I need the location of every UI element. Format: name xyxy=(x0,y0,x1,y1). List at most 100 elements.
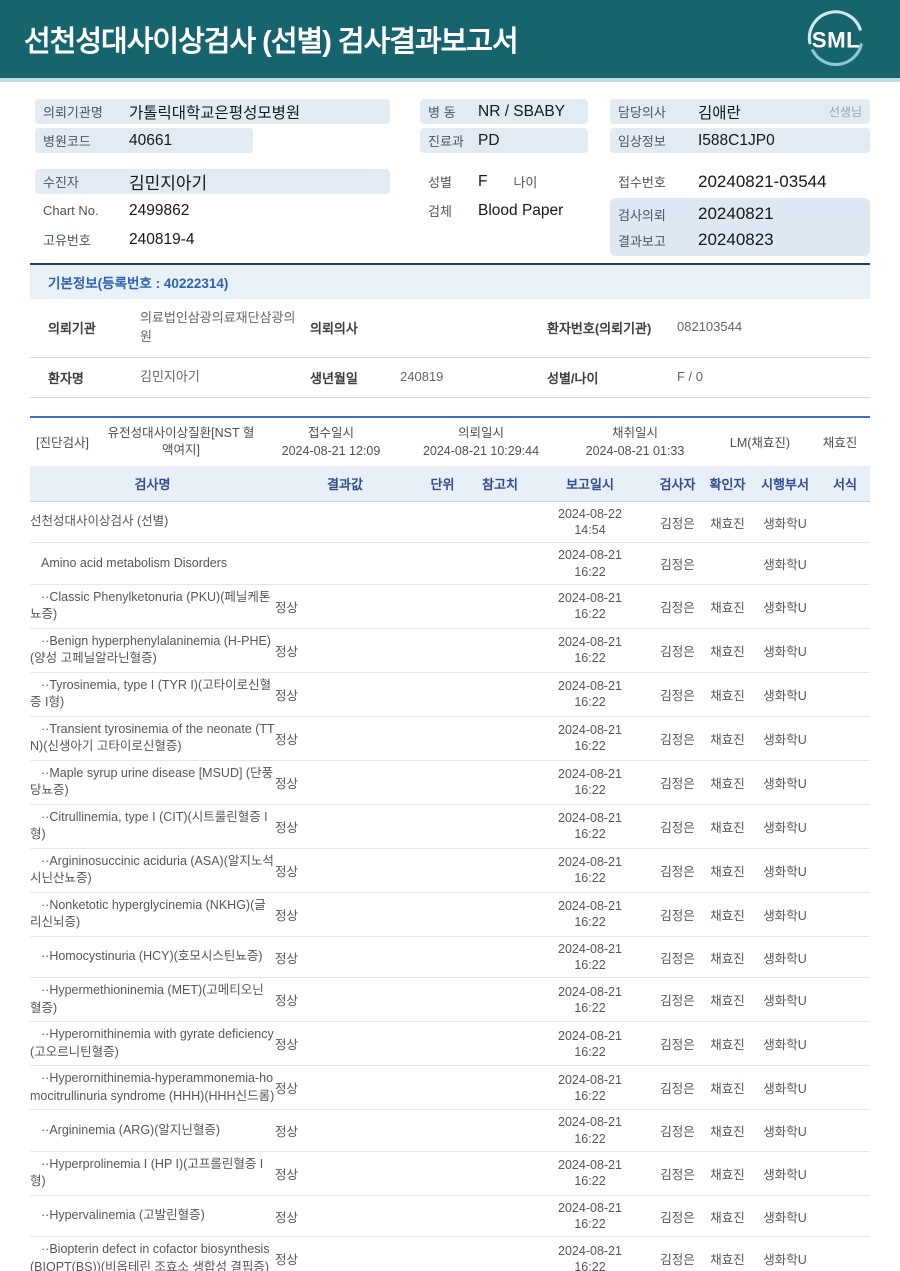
table-row: ··Benign hyperphenylalaninemia (H-PHE)(양… xyxy=(30,629,870,673)
field-row-doctor: 담당의사 김애란 선생님 xyxy=(610,99,870,124)
basic-info-row: 의뢰기관 의료법인삼광의료재단삼광의원 의뢰의사 환자번호(의뢰기관) 0821… xyxy=(30,299,870,358)
field-label: 병 동 xyxy=(428,105,456,120)
basic-label: 의뢰의사 xyxy=(310,321,358,337)
cell-tester: 김정은 xyxy=(660,558,695,573)
basic-info-title: 기본정보(등록번호 : 40222314) xyxy=(30,265,870,299)
basic-info-section: 기본정보(등록번호 : 40222314) 의뢰기관 의료법인삼광의료재단삼광의… xyxy=(30,263,870,398)
logo-text: SML xyxy=(812,28,860,53)
table-row: ··Hypervalinemia (고발린혈증) 정상 2024-08-21 1… xyxy=(30,1196,870,1238)
basic-info-body: 의뢰기관 의료법인삼광의료재단삼광의원 의뢰의사 환자번호(의뢰기관) 0821… xyxy=(30,299,870,398)
field-value: 40661 xyxy=(129,131,173,149)
order-banner: [진단검사] 유전성대사이상질환[NST 혈액여지] 접수일시 2024-08-… xyxy=(30,415,870,462)
cell-test-name: ··Argininosuccinic aciduria (ASA)(알지노석시닌… xyxy=(30,853,274,886)
cell-result: 정상 xyxy=(275,644,299,659)
cell-tester: 김정은 xyxy=(660,688,695,703)
basic-value: 082103544 xyxy=(677,319,743,335)
cell-result: 정상 xyxy=(275,951,299,966)
cell-department: 생화학U xyxy=(763,644,807,659)
table-row: ··Argininosuccinic aciduria (ASA)(알지노석시닌… xyxy=(30,849,870,893)
cell-department: 생화학U xyxy=(763,1167,807,1182)
field-value: 20240821 xyxy=(698,204,774,223)
field-row-report-date: 결과보고 20240823 xyxy=(618,227,862,253)
field-row-ward: 병 동 NR / SBABY xyxy=(420,99,588,124)
cell-result: 정상 xyxy=(275,1210,299,1225)
cell-department: 생화학U xyxy=(763,688,807,703)
info-column-right: 담당의사 김애란 선생님 임상정보 I588C1JP0 접수번호 2024082… xyxy=(610,99,870,256)
cell-tester: 김정은 xyxy=(660,908,695,923)
cell-department: 생화학U xyxy=(763,1253,807,1268)
basic-value: 의료법인삼광의료재단삼광의원 xyxy=(140,310,296,344)
header-accent-line xyxy=(0,78,900,82)
cell-confirmer: 채효진 xyxy=(710,1038,745,1053)
cell-report-date: 2024-08-21 16:22 xyxy=(558,855,622,886)
info-column-middle: 병 동 NR / SBABY 진료과 PD 성별 F 나이 검체 Blood P… xyxy=(420,99,588,227)
cell-confirmer: 채효진 xyxy=(710,820,745,835)
cell-department: 생화학U xyxy=(763,1125,807,1140)
cell-confirmer: 채효진 xyxy=(710,1253,745,1268)
field-row-clinical: 임상정보 I588C1JP0 xyxy=(610,128,870,153)
cell-report-date: 2024-08-21 16:22 xyxy=(558,984,622,1015)
cell-result: 정상 xyxy=(275,776,299,791)
basic-label: 생년월일 xyxy=(310,370,358,386)
cell-result: 정상 xyxy=(275,688,299,703)
cell-tester: 김정은 xyxy=(660,1253,695,1268)
order-test-name: 유전성대사이상질환[NST 혈액여지] xyxy=(107,425,255,457)
cell-department: 생화학U xyxy=(763,951,807,966)
cell-result: 정상 xyxy=(275,600,299,615)
cell-report-date: 2024-08-21 16:22 xyxy=(558,548,622,579)
cell-department: 생화학U xyxy=(763,558,807,573)
cell-confirmer: 채효진 xyxy=(710,644,745,659)
page-title: 선천성대사이상검사 (선별) 검사결과보고서 xyxy=(24,26,519,58)
table-row: ··Citrullinemia, type I (CIT)(시트룰린혈증 I형)… xyxy=(30,805,870,849)
field-value: 김민지아기 xyxy=(129,174,208,193)
cell-test-name: ··Tyrosinemia, type I (TYR I)(고타이로신혈증 I형… xyxy=(30,677,272,710)
cell-report-date: 2024-08-21 16:22 xyxy=(558,723,622,754)
cell-report-date: 2024-08-21 16:22 xyxy=(558,811,622,842)
cell-tester: 김정은 xyxy=(660,1125,695,1140)
field-row-request-date: 검사의뢰 20240821 xyxy=(618,201,862,227)
cell-result: 정상 xyxy=(275,732,299,747)
basic-label: 환자번호(의뢰기관) xyxy=(547,321,652,337)
table-row: ··Maple syrup urine disease [MSUD] (단풍당뇨… xyxy=(30,761,870,805)
cell-confirmer: 채효진 xyxy=(710,994,745,1009)
cell-department: 생화학U xyxy=(763,1082,807,1097)
field-row-dept: 진료과 PD xyxy=(420,128,588,153)
report-page: 선천성대사이상검사 (선별) 검사결과보고서 SML 의뢰기관명 가톨릭대학교은… xyxy=(0,0,900,1271)
cell-test-name: ··Hyperprolinemia I (HP I)(고프롤린혈증 I형) xyxy=(30,1156,264,1189)
cell-department: 생화학U xyxy=(763,1210,807,1225)
field-label: 수진자 xyxy=(43,175,79,190)
order-collect-time: 2024-08-21 01:33 xyxy=(585,443,685,458)
cell-test-name: ··Biopterin defect in cofactor biosynthe… xyxy=(30,1242,270,1271)
patient-info-panel: 의뢰기관명 가톨릭대학교은평성모병원 병원코드 40661 수진자 김민지아기 … xyxy=(0,99,900,256)
cell-department: 생화학U xyxy=(763,820,807,835)
cell-confirmer: 채효진 xyxy=(710,732,745,747)
cell-confirmer: 채효진 xyxy=(710,600,745,615)
cell-tester: 김정은 xyxy=(660,1167,695,1182)
table-row: ··Nonketotic hyperglycinemia (NKHG)(글리신뇌… xyxy=(30,893,870,937)
cell-report-date: 2024-08-21 16:22 xyxy=(558,591,622,622)
cell-confirmer: 채효진 xyxy=(710,1082,745,1097)
field-row-chart-no: Chart No. 2499862 xyxy=(35,198,390,223)
cell-confirmer: 채효진 xyxy=(710,1210,745,1225)
field-value: NR / SBABY xyxy=(478,102,565,120)
cell-report-date: 2024-08-21 16:22 xyxy=(558,899,622,930)
cell-result: 정상 xyxy=(275,864,299,879)
order-collect-label: 채취일시 xyxy=(611,425,658,440)
info-column-left: 의뢰기관명 가톨릭대학교은평성모병원 병원코드 40661 수진자 김민지아기 … xyxy=(35,99,390,256)
table-row: ··Transient tyrosinemia of the neonate (… xyxy=(30,717,870,761)
cell-test-name: ··Citrullinemia, type I (CIT)(시트룰린혈증 I형) xyxy=(30,809,268,842)
field-label: 검체 xyxy=(428,204,452,219)
cell-tester: 김정은 xyxy=(660,600,695,615)
order-collect-block: 채취일시 2024-08-21 01:33 xyxy=(560,424,710,460)
table-body: 선천성대사이상검사 (선별) 2024-08-22 14:54 김정은 채효진 … xyxy=(30,502,870,1271)
col-reference: 참고치 xyxy=(482,476,518,492)
cell-result: 정상 xyxy=(275,908,299,923)
field-value: 가톨릭대학교은평성모병원 xyxy=(129,104,301,122)
field-dual-bar: 검사의뢰 20240821 결과보고 20240823 xyxy=(610,198,870,256)
field-row-patient: 수진자 김민지아기 xyxy=(35,169,390,194)
cell-tester: 김정은 xyxy=(660,994,695,1009)
order-lm: LM(채효진) xyxy=(729,436,791,451)
cell-test-name: ··Hyperornithinemia with gyrate deficien… xyxy=(30,1027,274,1059)
cell-test-name: ··Transient tyrosinemia of the neonate (… xyxy=(30,721,275,754)
field-value: I588C1JP0 xyxy=(698,131,775,149)
